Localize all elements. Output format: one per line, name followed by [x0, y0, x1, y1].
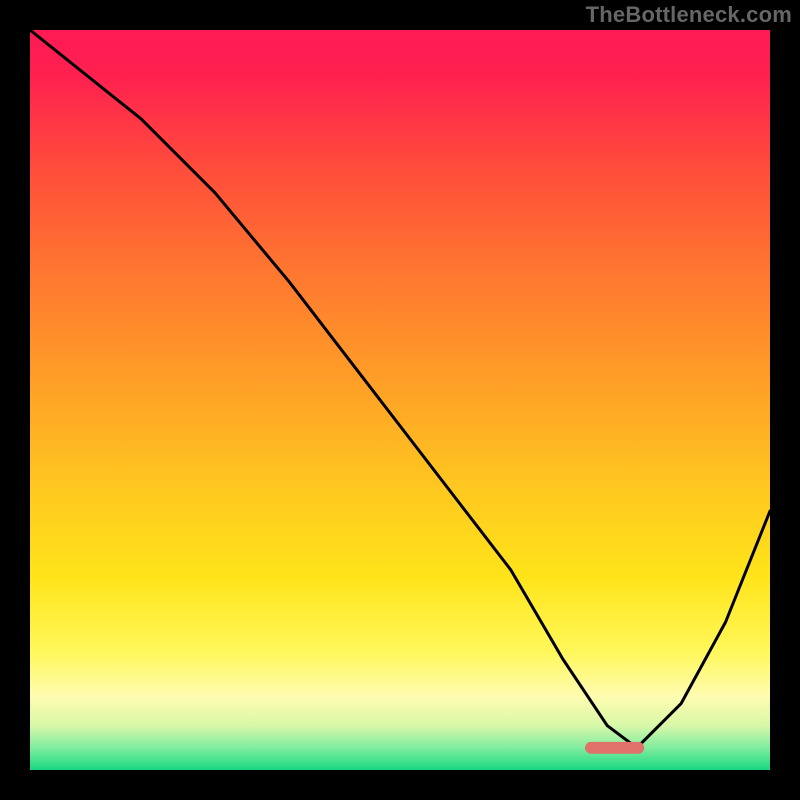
background-gradient — [30, 30, 770, 770]
chart-frame: TheBottleneck.com — [0, 0, 800, 800]
watermark-text: TheBottleneck.com — [586, 2, 792, 28]
plot-area — [26, 26, 774, 774]
